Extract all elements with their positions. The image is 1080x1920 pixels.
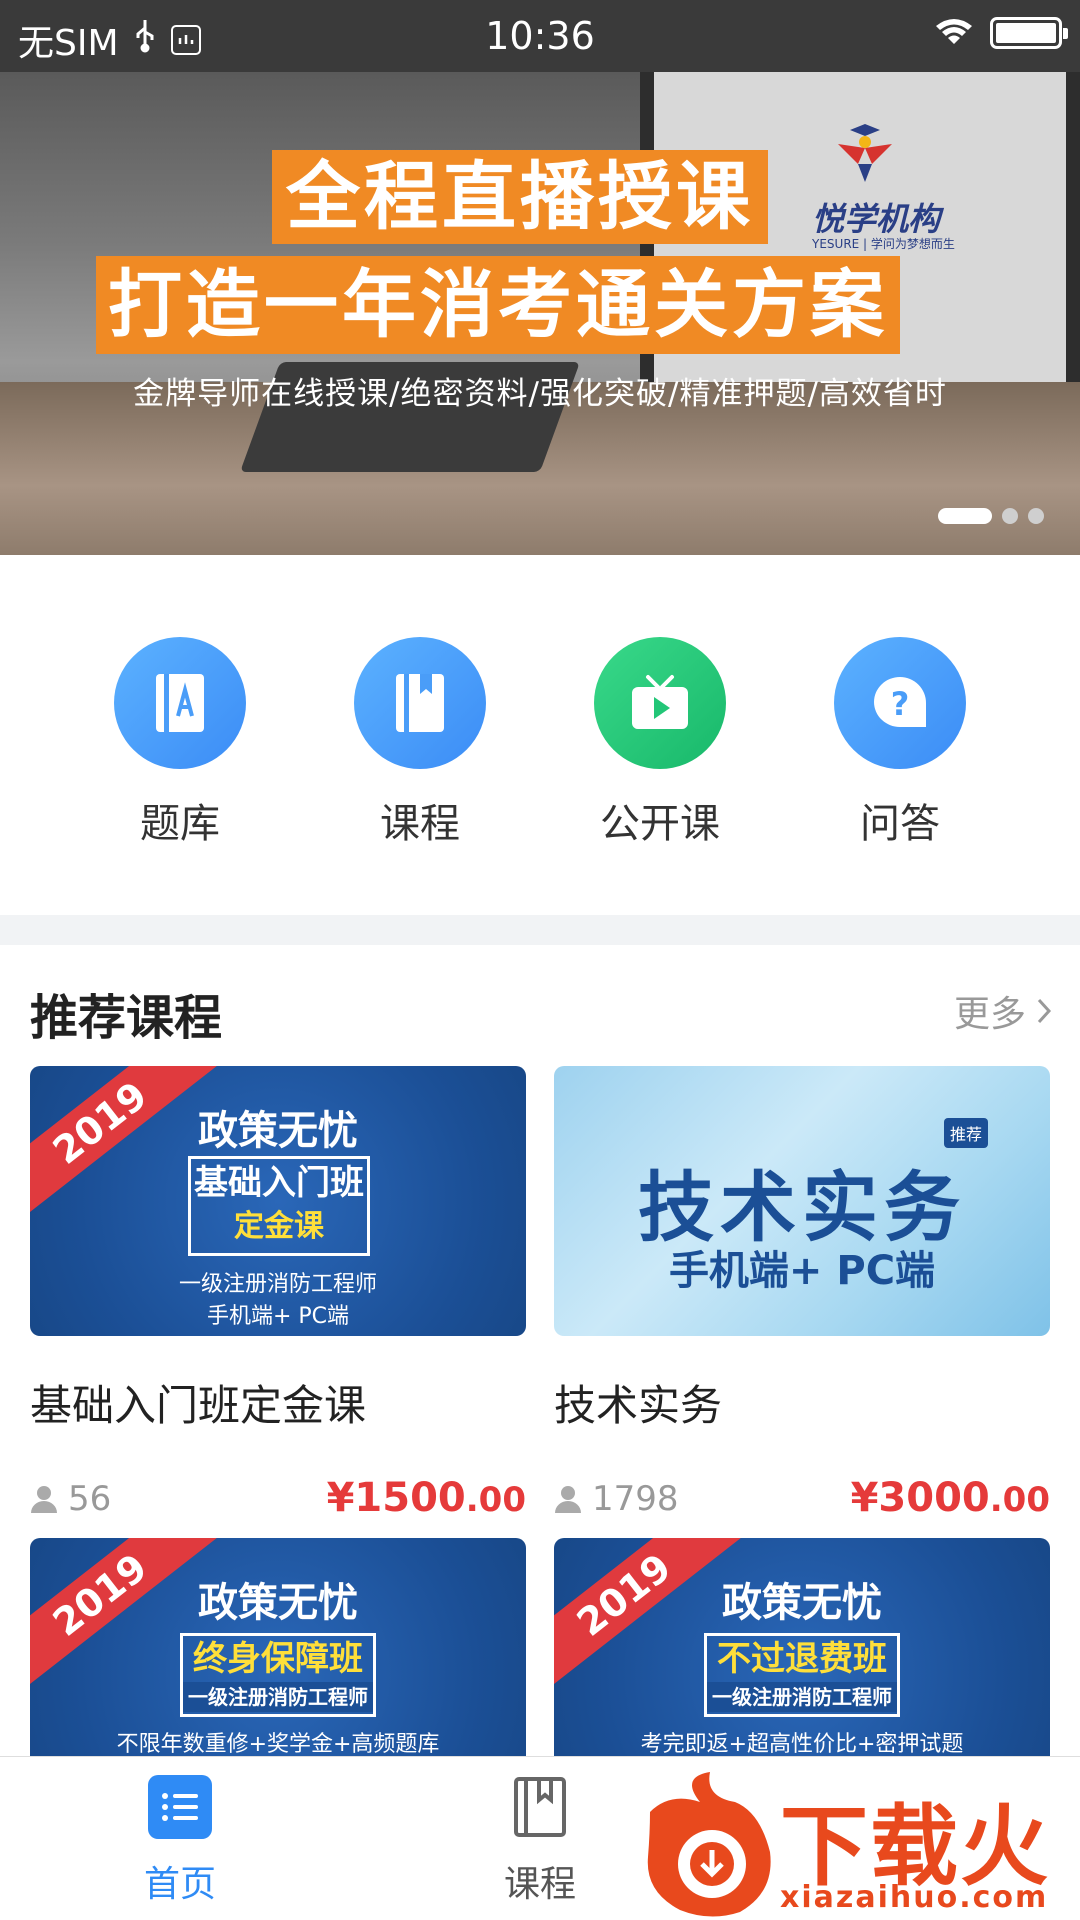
quick-nav-courses[interactable]: 课程 [320, 637, 520, 849]
question-bank-icon [114, 637, 246, 769]
banner-headline-2: 打造一年消考通关方案 [96, 256, 900, 354]
thumb-line: 不限年数重修+奖学金+高频题库 [116, 1732, 440, 1757]
brand-logo-subtext: YESURE | 学问为梦想而生 [812, 237, 955, 251]
course-card[interactable]: 2019 政策无忧 基础入门班 定金课 一级注册消防工程师 手机端+ PC端 基… [30, 1066, 526, 1521]
quick-nav-question-bank[interactable]: 题库 [80, 637, 280, 849]
course-thumbnail[interactable]: 2019 政策无忧 基础入门班 定金课 一级注册消防工程师 手机端+ PC端 [30, 1066, 526, 1336]
section-divider [0, 915, 1080, 945]
more-label: 更多 [953, 994, 1026, 1035]
price-cents: .00 [989, 1480, 1050, 1520]
thumb-line: 一级注册消防工程师 [178, 1272, 377, 1297]
course-meta: 56 ¥1500.00 [30, 1475, 526, 1521]
status-right [934, 16, 1068, 50]
course-price: ¥1500.00 [327, 1475, 526, 1521]
course-meta: 1798 ¥3000.00 [554, 1475, 1050, 1521]
clock: 10:36 [485, 14, 595, 58]
quick-nav-qa[interactable]: ? 问答 [800, 637, 1000, 849]
more-link[interactable]: 更多 [954, 985, 1052, 1037]
thumb-box-line: 终身保障班 [193, 1639, 363, 1679]
brand-logo-icon [838, 124, 892, 182]
thumb-box-line: 一级注册消防工程师 [707, 1682, 897, 1712]
flame-logo-icon [647, 1772, 771, 1917]
thumb-title: 政策无忧 [722, 1580, 882, 1626]
watermark-url: xiazaihuo.com [780, 1880, 1049, 1915]
banner-headline-1: 全程直播授课 [272, 150, 768, 244]
banner-subtitle: 金牌导师在线授课/绝密资料/强化突破/精准押题/高效省时 [133, 376, 947, 412]
student-count-value: 56 [68, 1479, 112, 1519]
quick-nav-label: 公开课 [600, 801, 720, 847]
thumb-line: 考完即返+超高性价比+密押试题 [640, 1732, 964, 1757]
thumb-class-box: 基础入门班 定金课 [188, 1156, 370, 1256]
price-cents: .00 [465, 1480, 526, 1520]
user-icon [555, 1486, 581, 1513]
carousel-indicator [938, 508, 1044, 524]
list-icon [148, 1775, 212, 1839]
battery-icon [990, 17, 1068, 49]
watermark: 下载火 xiazaihuo.com [640, 1772, 1080, 1920]
quick-nav: 题库 课程 公开课 ? 问答 [0, 555, 1080, 915]
course-name: 技术实务 [554, 1381, 723, 1430]
thumb-class-box: 终身保障班 一级注册消防工程师 [180, 1633, 376, 1717]
thumb-line: 手机端+ PC端 [206, 1304, 350, 1329]
book-icon [508, 1775, 572, 1839]
tab-home[interactable]: 首页 [80, 1775, 280, 1907]
promo-banner[interactable]: 悦学机构 YESURE | 学问为梦想而生 全程直播授课 打造一年消考通关方案 … [0, 72, 1080, 555]
quick-nav-label: 课程 [380, 801, 460, 847]
quick-nav-label: 题库 [140, 801, 220, 847]
thumb-box-line: 定金课 [234, 1209, 324, 1244]
carousel-dot[interactable] [1028, 508, 1044, 524]
student-count: 56 [30, 1479, 111, 1519]
student-count: 1798 [554, 1479, 679, 1519]
carousel-dot-active[interactable] [938, 508, 992, 524]
thumb-title: 政策无忧 [198, 1580, 358, 1626]
tv-play-icon [594, 637, 726, 769]
course-name: 基础入门班定金课 [30, 1381, 367, 1430]
thumb-class-box: 不过退费班 一级注册消防工程师 [704, 1633, 900, 1717]
student-count-value: 1798 [592, 1479, 679, 1519]
tab-courses[interactable]: 课程 [440, 1775, 640, 1907]
section-title: 推荐课程 [30, 990, 223, 1046]
thumb-box-line: 基础入门班 [194, 1163, 364, 1203]
status-bar: 无SIM 10:36 [0, 0, 1080, 72]
course-card[interactable]: 推荐 技术实务 手机端+ PC端 技术实务 1798 ¥3000.00 [554, 1066, 1050, 1521]
price-main: ¥3000 [850, 1475, 990, 1521]
course-thumbnail[interactable]: 推荐 技术实务 手机端+ PC端 [554, 1066, 1050, 1336]
price-main: ¥1500 [326, 1475, 466, 1521]
user-icon [31, 1486, 57, 1513]
recommend-tag: 推荐 [943, 1118, 988, 1148]
thumb-line: 手机端+ PC端 [668, 1248, 936, 1294]
carousel-dot[interactable] [1002, 508, 1018, 524]
thumb-title: 政策无忧 [198, 1108, 358, 1154]
thumb-box-line: 一级注册消防工程师 [183, 1682, 373, 1712]
svg-text:?: ? [891, 685, 910, 723]
quick-nav-label: 问答 [860, 801, 940, 847]
brand-logo-text: 悦学机构 [812, 200, 941, 238]
course-book-icon [354, 637, 486, 769]
chevron-right-icon [1037, 998, 1052, 1024]
thumb-box-line: 不过退费班 [717, 1639, 887, 1679]
app-screen: 无SIM 10:36 悦学机构 YESURE | 学问为梦想而生 全程直播授课 … [0, 0, 1080, 1920]
wifi-icon [934, 16, 974, 50]
quick-nav-open-class[interactable]: 公开课 [560, 637, 760, 849]
tab-label: 首页 [143, 1864, 216, 1905]
tab-label: 课程 [503, 1864, 576, 1905]
course-price: ¥3000.00 [851, 1475, 1050, 1521]
question-bubble-icon: ? [834, 637, 966, 769]
